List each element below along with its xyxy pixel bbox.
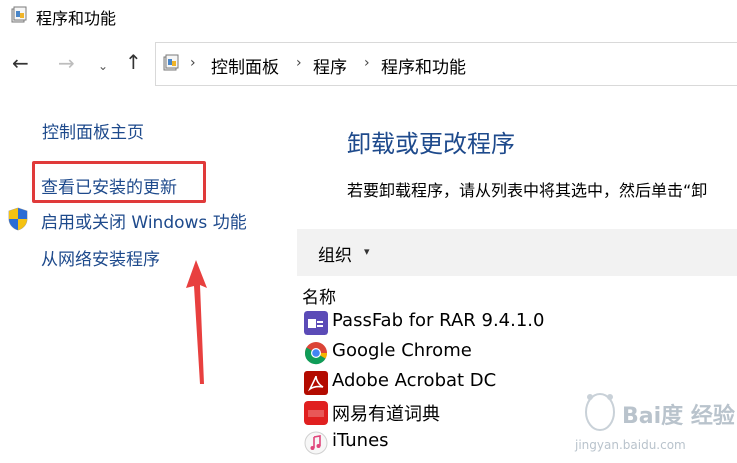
list-item[interactable]: Google Chrome [303, 339, 737, 367]
breadcrumb-programs-features[interactable]: 程序和功能 [381, 53, 466, 78]
itunes-icon [304, 431, 328, 455]
program-name: Adobe Acrobat DC [332, 370, 497, 391]
window-title: 程序和功能 [36, 9, 117, 28]
youdao-icon [304, 401, 328, 425]
program-name: PassFab for RAR 9.4.1.0 [332, 310, 545, 331]
breadcrumb-programs[interactable]: 程序 [313, 53, 347, 78]
breadcrumb-control-panel[interactable]: 控制面板 [211, 53, 279, 78]
page-title: 卸载或更改程序 [347, 130, 515, 158]
recent-locations-button[interactable]: ⌄ [98, 56, 108, 76]
sidebar-item-windows-features[interactable]: 启用或关闭 Windows 功能 [41, 208, 247, 233]
list-item[interactable]: PassFab for RAR 9.4.1.0 [303, 309, 737, 337]
forward-button[interactable]: → [58, 53, 75, 73]
program-name: iTunes [332, 430, 389, 451]
control-panel-icon [11, 6, 27, 23]
column-header-name[interactable]: 名称 [302, 283, 336, 308]
instruction-text: 若要卸载程序，请从列表中将其选中，然后单击“卸 [347, 181, 708, 200]
organize-button[interactable]: 组织 [318, 241, 352, 266]
command-toolbar [297, 229, 737, 276]
back-button[interactable]: ← [12, 53, 29, 73]
passfab-icon [304, 311, 328, 335]
control-panel-icon [163, 54, 179, 71]
chrome-icon [304, 342, 327, 365]
uac-shield-icon [8, 207, 28, 231]
chevron-right-icon: › [364, 55, 370, 71]
up-button[interactable]: ↑ [125, 52, 142, 72]
sidebar-item-install-network[interactable]: 从网络安装程序 [41, 245, 160, 270]
sidebar-item-view-updates[interactable]: 查看已安装的更新 [41, 173, 177, 198]
program-name: 网易有道词典 [332, 404, 440, 425]
acrobat-icon [304, 371, 328, 395]
chevron-right-icon: › [190, 55, 196, 71]
watermark-brand: Bai度 经验 [622, 404, 735, 429]
chevron-right-icon: › [296, 55, 302, 71]
annotation-arrow [186, 260, 207, 384]
watermark-url: jingyan.baidu.com [575, 438, 686, 452]
chevron-down-icon[interactable]: ▾ [364, 245, 370, 258]
sidebar-item-home[interactable]: 控制面板主页 [42, 118, 144, 143]
program-name: Google Chrome [332, 340, 472, 361]
